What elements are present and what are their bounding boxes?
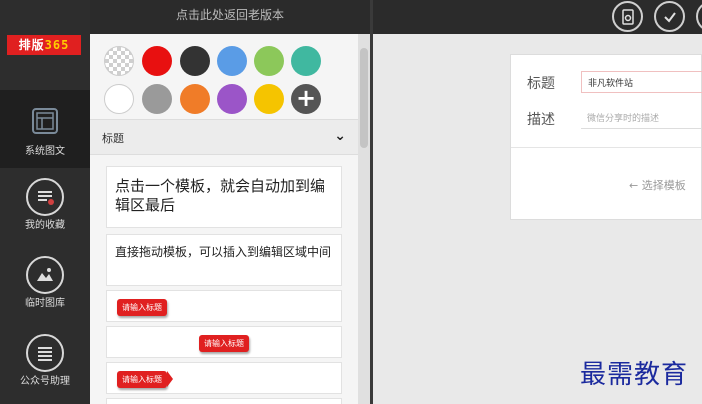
color-swatch-green[interactable] (254, 46, 284, 76)
template-card[interactable]: 请输入标题 (106, 362, 342, 394)
panel-scrollbar[interactable] (358, 34, 370, 404)
template-card[interactable] (106, 398, 342, 404)
section-label: 标题 (102, 132, 124, 145)
select-template-hint: ← 选择模板 (629, 179, 686, 192)
left-nav: 排版365 系统图文 我的收藏 临时图库 公众号助理 (0, 0, 90, 404)
template-card[interactable]: 请输入标题 (106, 290, 342, 322)
logo[interactable]: 排版365 (7, 35, 81, 55)
nav-item-favorites[interactable]: 我的收藏 (0, 168, 90, 246)
color-swatch-purple[interactable] (217, 84, 247, 114)
title-tag: 请输入标题 (199, 335, 249, 352)
panel-divider (370, 0, 373, 404)
title-input[interactable]: 非凡软件站 (581, 71, 702, 93)
image-gallery-icon (26, 256, 64, 294)
template-card[interactable]: 点击一个模板，就会自动加到编辑区最后 (106, 166, 342, 228)
scrollbar-thumb[interactable] (360, 48, 368, 148)
color-swatch-transparent[interactable] (104, 46, 134, 76)
title-tag: 请输入标题 (117, 371, 173, 388)
template-card-text: 点击一个模板，就会自动加到编辑区最后 (115, 177, 326, 214)
nav-item-label: 系统图文 (25, 146, 65, 157)
description-input[interactable]: 微信分享时的描述 (581, 107, 702, 129)
nav-item-system-templates[interactable]: 系统图文 (0, 90, 90, 168)
preview-icon[interactable] (612, 1, 643, 32)
nav-item-assistant[interactable]: 公众号助理 (0, 324, 90, 402)
color-swatch-teal[interactable] (291, 46, 321, 76)
chevron-down-icon: ⌄ (334, 128, 346, 144)
template-panel: + 标题 ⌄ 点击一个模板，就会自动加到编辑区最后 直接拖动模板，可以插入到编辑… (90, 34, 358, 404)
nav-item-label: 公众号助理 (20, 376, 70, 387)
template-card[interactable]: 直接拖动模板，可以插入到编辑区域中间 (106, 234, 342, 286)
template-card-text: 直接拖动模板，可以插入到编辑区域中间 (115, 245, 332, 259)
title-label: 标题 (527, 76, 555, 92)
add-color-icon[interactable]: + (291, 84, 321, 114)
color-swatch-black[interactable] (180, 46, 210, 76)
assistant-list-icon (26, 334, 64, 372)
description-label: 描述 (527, 112, 555, 128)
color-swatch-red[interactable] (142, 46, 172, 76)
color-swatch-orange[interactable] (180, 84, 210, 114)
nav-item-label: 临时图库 (25, 298, 65, 309)
editor-divider (511, 147, 701, 148)
editor-box: 标题 非凡软件站 描述 微信分享时的描述 ← 选择模板 (510, 54, 702, 220)
favorites-list-icon (26, 178, 64, 216)
color-swatch-gray[interactable] (142, 84, 172, 114)
nav-item-label: 我的收藏 (25, 220, 65, 231)
color-swatch-blue[interactable] (217, 46, 247, 76)
section-header-title[interactable]: 标题 ⌄ (90, 119, 358, 155)
check-icon[interactable] (654, 1, 685, 32)
layout-icon (32, 108, 58, 134)
watermark: 最需教育 (580, 360, 689, 390)
color-swatch-white[interactable] (104, 84, 134, 114)
nav-item-temp-gallery[interactable]: 临时图库 (0, 246, 90, 324)
back-to-old-version-link[interactable]: 点击此处返回老版本 (90, 0, 370, 34)
title-tag: 请输入标题 (117, 299, 167, 316)
color-swatch-yellow[interactable] (254, 84, 284, 114)
template-card[interactable]: 请输入标题 (106, 326, 342, 358)
